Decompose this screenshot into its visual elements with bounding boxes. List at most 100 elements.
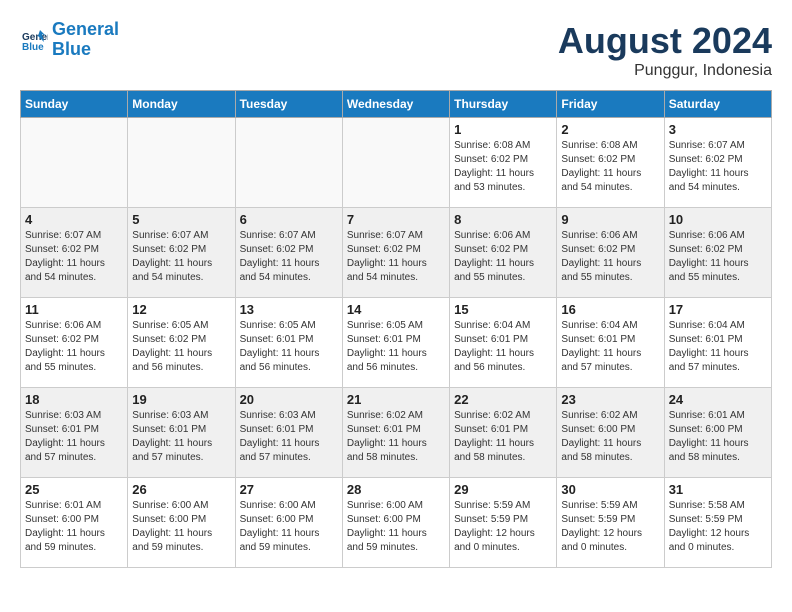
day-number: 19 [132, 392, 230, 407]
calendar-cell: 19 Sunrise: 6:03 AM Sunset: 6:01 PM Dayli… [128, 388, 235, 478]
day-info: Sunrise: 6:01 AM Sunset: 6:00 PM Dayligh… [25, 499, 123, 555]
calendar-week-5: 25 Sunrise: 6:01 AM Sunset: 6:00 PM Dayli… [21, 478, 772, 568]
calendar-week-3: 11Sunrise: 6:06 AM Sunset: 6:02 PM Dayli… [21, 298, 772, 388]
day-number: 8 [454, 212, 552, 227]
day-number: 31 [669, 482, 767, 497]
day-info: Sunrise: 6:03 AM Sunset: 6:01 PM Dayligh… [25, 409, 123, 465]
calendar-cell [342, 118, 449, 208]
col-header-monday: Monday [128, 91, 235, 118]
day-number: 24 [669, 392, 767, 407]
day-info: Sunrise: 6:07 AM Sunset: 6:02 PM Dayligh… [25, 229, 123, 285]
day-number: 4 [25, 212, 123, 227]
calendar-cell: 27Sunrise: 6:00 AM Sunset: 6:00 PM Dayli… [235, 478, 342, 568]
day-number: 10 [669, 212, 767, 227]
calendar-cell [21, 118, 128, 208]
day-info: Sunrise: 6:01 AM Sunset: 6:00 PM Dayligh… [669, 409, 767, 465]
day-number: 7 [347, 212, 445, 227]
day-number: 13 [240, 302, 338, 317]
calendar-header-row: SundayMondayTuesdayWednesdayThursdayFrid… [21, 91, 772, 118]
month-title: August 2024 [558, 20, 772, 62]
calendar-cell: 15 Sunrise: 6:04 AM Sunset: 6:01 PM Dayli… [450, 298, 557, 388]
day-number: 17 [669, 302, 767, 317]
logo-icon: General Blue [20, 26, 48, 54]
day-info: Sunrise: 6:03 AM Sunset: 6:01 PM Dayligh… [132, 409, 230, 465]
day-info: Sunrise: 6:04 AM Sunset: 6:01 PM Dayligh… [561, 319, 659, 375]
day-number: 6 [240, 212, 338, 227]
day-number: 25 [25, 482, 123, 497]
calendar-cell: 18 Sunrise: 6:03 AM Sunset: 6:01 PM Dayli… [21, 388, 128, 478]
calendar-cell: 2Sunrise: 6:08 AM Sunset: 6:02 PM Daylig… [557, 118, 664, 208]
day-info: Sunrise: 6:05 AM Sunset: 6:02 PM Dayligh… [132, 319, 230, 375]
day-info: Sunrise: 6:07 AM Sunset: 6:02 PM Dayligh… [347, 229, 445, 285]
location: Punggur, Indonesia [558, 62, 772, 80]
day-info: Sunrise: 6:08 AM Sunset: 6:02 PM Dayligh… [454, 139, 552, 195]
day-info: Sunrise: 6:02 AM Sunset: 6:01 PM Dayligh… [454, 409, 552, 465]
calendar-cell: 9 Sunrise: 6:06 AM Sunset: 6:02 PM Daylig… [557, 208, 664, 298]
day-info: Sunrise: 6:00 AM Sunset: 6:00 PM Dayligh… [240, 499, 338, 555]
calendar-cell: 14Sunrise: 6:05 AM Sunset: 6:01 PM Dayli… [342, 298, 449, 388]
calendar-cell: 10Sunrise: 6:06 AM Sunset: 6:02 PM Dayli… [664, 208, 771, 298]
day-number: 14 [347, 302, 445, 317]
day-info: Sunrise: 6:06 AM Sunset: 6:02 PM Dayligh… [454, 229, 552, 285]
day-info: Sunrise: 6:02 AM Sunset: 6:00 PM Dayligh… [561, 409, 659, 465]
calendar-cell: 22 Sunrise: 6:02 AM Sunset: 6:01 PM Dayli… [450, 388, 557, 478]
calendar-cell: 8 Sunrise: 6:06 AM Sunset: 6:02 PM Daylig… [450, 208, 557, 298]
col-header-wednesday: Wednesday [342, 91, 449, 118]
calendar-cell: 30 Sunrise: 5:59 AM Sunset: 5:59 PM Dayli… [557, 478, 664, 568]
calendar-cell: 7 Sunrise: 6:07 AM Sunset: 6:02 PM Daylig… [342, 208, 449, 298]
day-number: 11 [25, 302, 123, 317]
col-header-thursday: Thursday [450, 91, 557, 118]
day-number: 23 [561, 392, 659, 407]
calendar-cell: 20 Sunrise: 6:03 AM Sunset: 6:01 PM Dayli… [235, 388, 342, 478]
day-number: 3 [669, 122, 767, 137]
day-info: Sunrise: 6:07 AM Sunset: 6:02 PM Dayligh… [132, 229, 230, 285]
day-info: Sunrise: 6:04 AM Sunset: 6:01 PM Dayligh… [454, 319, 552, 375]
calendar-cell: 1 Sunrise: 6:08 AM Sunset: 6:02 PM Daylig… [450, 118, 557, 208]
calendar-cell: 12Sunrise: 6:05 AM Sunset: 6:02 PM Dayli… [128, 298, 235, 388]
logo-general: General [52, 19, 119, 39]
logo-blue: Blue [52, 39, 91, 59]
day-info: Sunrise: 5:59 AM Sunset: 5:59 PM Dayligh… [454, 499, 552, 555]
calendar-cell: 23 Sunrise: 6:02 AM Sunset: 6:00 PM Dayli… [557, 388, 664, 478]
day-info: Sunrise: 6:08 AM Sunset: 6:02 PM Dayligh… [561, 139, 659, 195]
day-number: 20 [240, 392, 338, 407]
day-number: 22 [454, 392, 552, 407]
col-header-sunday: Sunday [21, 91, 128, 118]
day-number: 28 [347, 482, 445, 497]
day-info: Sunrise: 5:59 AM Sunset: 5:59 PM Dayligh… [561, 499, 659, 555]
day-number: 5 [132, 212, 230, 227]
calendar-cell: 21Sunrise: 6:02 AM Sunset: 6:01 PM Dayli… [342, 388, 449, 478]
calendar-cell: 28 Sunrise: 6:00 AM Sunset: 6:00 PM Dayli… [342, 478, 449, 568]
calendar-cell [128, 118, 235, 208]
calendar-cell: 3 Sunrise: 6:07 AM Sunset: 6:02 PM Daylig… [664, 118, 771, 208]
calendar-cell: 29 Sunrise: 5:59 AM Sunset: 5:59 PM Dayli… [450, 478, 557, 568]
day-info: Sunrise: 6:07 AM Sunset: 6:02 PM Dayligh… [669, 139, 767, 195]
col-header-saturday: Saturday [664, 91, 771, 118]
day-info: Sunrise: 6:02 AM Sunset: 6:01 PM Dayligh… [347, 409, 445, 465]
calendar-cell: 31 Sunrise: 5:58 AM Sunset: 5:59 PM Dayli… [664, 478, 771, 568]
calendar-week-2: 4 Sunrise: 6:07 AM Sunset: 6:02 PM Daylig… [21, 208, 772, 298]
day-info: Sunrise: 6:04 AM Sunset: 6:01 PM Dayligh… [669, 319, 767, 375]
calendar-table: SundayMondayTuesdayWednesdayThursdayFrid… [20, 90, 772, 568]
day-info: Sunrise: 6:05 AM Sunset: 6:01 PM Dayligh… [240, 319, 338, 375]
day-number: 15 [454, 302, 552, 317]
calendar-cell: 16Sunrise: 6:04 AM Sunset: 6:01 PM Dayli… [557, 298, 664, 388]
calendar-cell [235, 118, 342, 208]
calendar-cell: 11Sunrise: 6:06 AM Sunset: 6:02 PM Dayli… [21, 298, 128, 388]
day-number: 9 [561, 212, 659, 227]
calendar-cell: 6Sunrise: 6:07 AM Sunset: 6:02 PM Daylig… [235, 208, 342, 298]
day-info: Sunrise: 5:58 AM Sunset: 5:59 PM Dayligh… [669, 499, 767, 555]
col-header-tuesday: Tuesday [235, 91, 342, 118]
day-info: Sunrise: 6:06 AM Sunset: 6:02 PM Dayligh… [561, 229, 659, 285]
day-number: 30 [561, 482, 659, 497]
calendar-cell: 5 Sunrise: 6:07 AM Sunset: 6:02 PM Daylig… [128, 208, 235, 298]
calendar-week-4: 18 Sunrise: 6:03 AM Sunset: 6:01 PM Dayli… [21, 388, 772, 478]
day-info: Sunrise: 6:00 AM Sunset: 6:00 PM Dayligh… [132, 499, 230, 555]
day-number: 18 [25, 392, 123, 407]
page-header: General Blue General Blue August 2024 Pu… [20, 20, 772, 80]
day-info: Sunrise: 6:03 AM Sunset: 6:01 PM Dayligh… [240, 409, 338, 465]
day-number: 29 [454, 482, 552, 497]
day-number: 1 [454, 122, 552, 137]
day-info: Sunrise: 6:00 AM Sunset: 6:00 PM Dayligh… [347, 499, 445, 555]
svg-text:Blue: Blue [22, 42, 44, 53]
